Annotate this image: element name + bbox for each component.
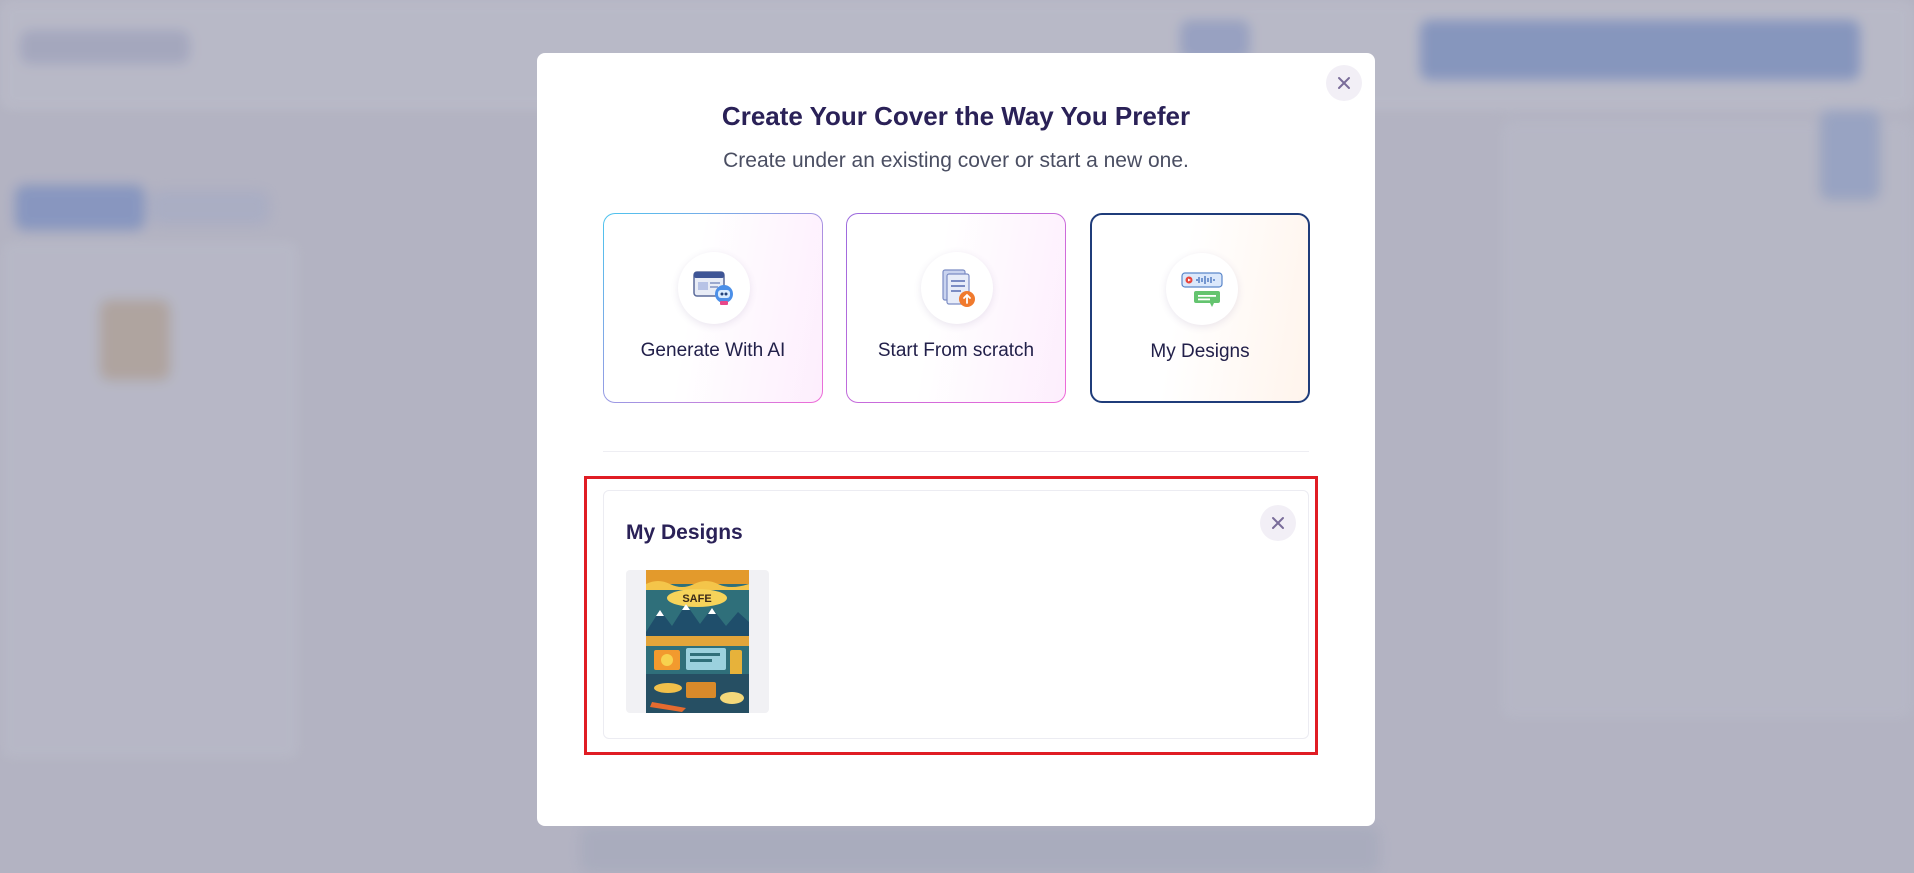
create-cover-modal: Create Your Cover the Way You Prefer Cre… bbox=[537, 53, 1375, 826]
modal-title: Create Your Cover the Way You Prefer bbox=[721, 101, 1191, 131]
close-icon bbox=[1338, 77, 1350, 89]
modal-close-button[interactable] bbox=[1326, 65, 1362, 101]
generate-with-ai-card[interactable]: Generate With AI bbox=[603, 213, 823, 403]
my-designs-panel: My Designs SAFE bbox=[603, 490, 1309, 739]
panel-close-button[interactable] bbox=[1260, 505, 1296, 541]
close-icon bbox=[1272, 517, 1284, 529]
start-from-scratch-card[interactable]: Start From scratch bbox=[846, 213, 1066, 403]
my-designs-label: My Designs bbox=[1150, 341, 1250, 362]
document-upload-icon bbox=[921, 252, 993, 324]
cover-safe-text: SAFE bbox=[682, 593, 711, 605]
modal-subtitle: Create under an existing cover or start … bbox=[723, 149, 1189, 172]
start-from-scratch-label: Start From scratch bbox=[877, 340, 1035, 361]
my-designs-panel-title: My Designs bbox=[626, 521, 743, 544]
section-divider bbox=[603, 451, 1309, 452]
chat-designs-icon bbox=[1166, 253, 1238, 325]
design-cover-image: SAFE bbox=[646, 570, 749, 713]
ai-generate-icon bbox=[678, 252, 750, 324]
my-designs-card[interactable]: My Designs bbox=[1090, 213, 1310, 403]
design-thumbnail[interactable]: SAFE bbox=[626, 570, 769, 713]
generate-with-ai-label: Generate With AI bbox=[640, 340, 786, 361]
